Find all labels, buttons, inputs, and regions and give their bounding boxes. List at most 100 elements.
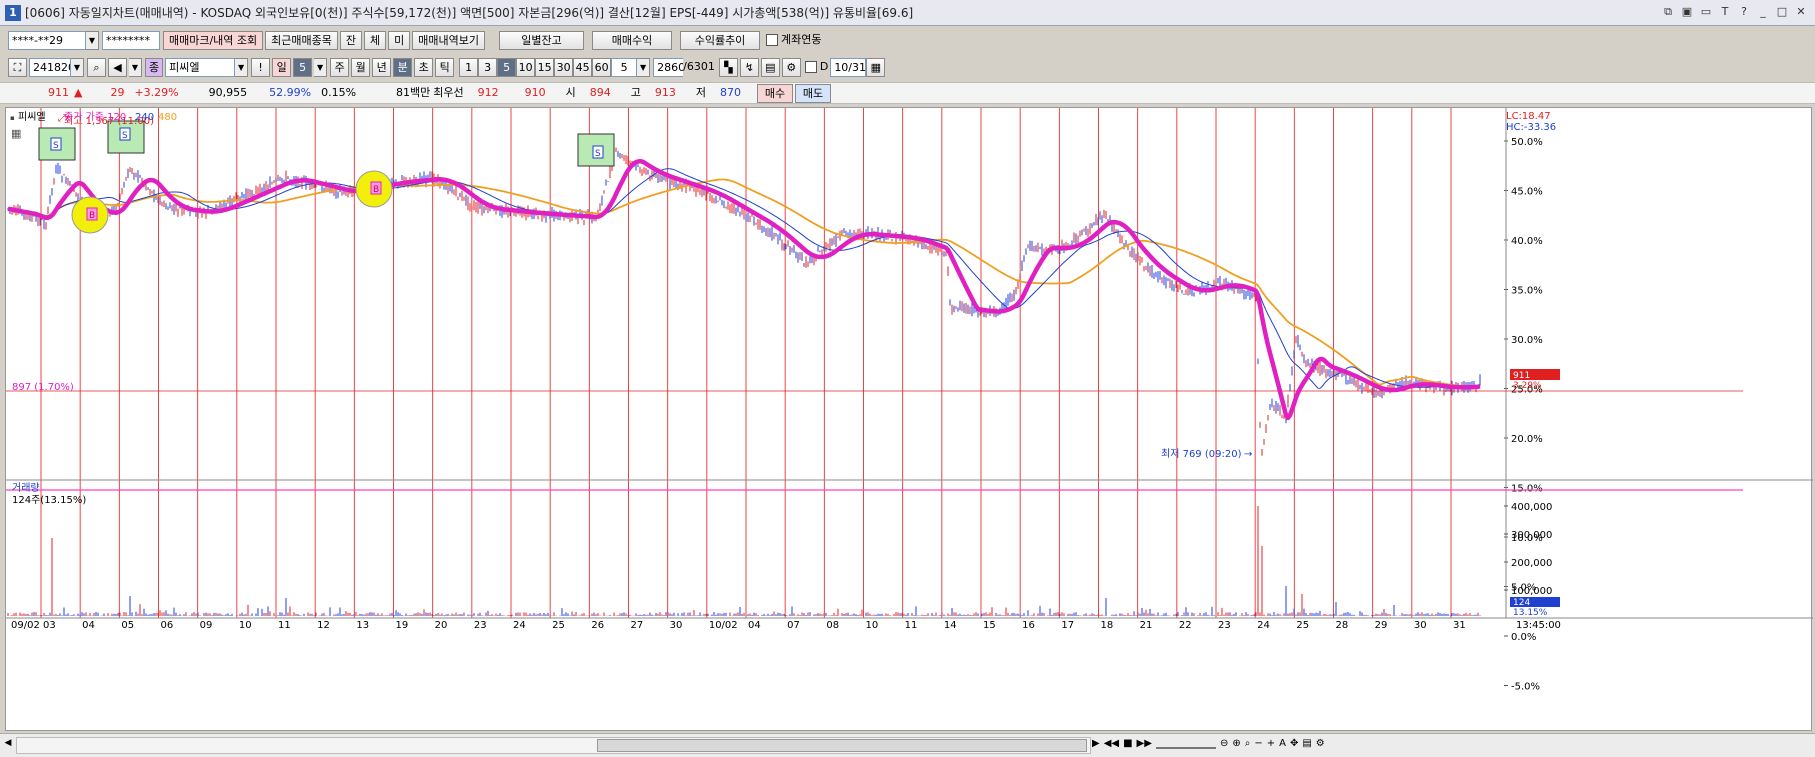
grid-toggle-icon[interactable]: ▦ [11, 127, 21, 140]
buy-mark-2[interactable]: B [355, 170, 393, 208]
trade-history-button[interactable]: 매매내역보기 [412, 30, 486, 50]
period-day-button[interactable]: 일 [272, 57, 292, 77]
scroll-right-icon[interactable]: ▶ [1092, 738, 1100, 749]
date-axis-tick: 18 [1101, 620, 1114, 631]
sell-mark-1[interactable]: S [38, 127, 76, 161]
calendar-icon[interactable]: ▦ [866, 57, 886, 77]
name-dropdown-icon[interactable]: ▼ [235, 57, 249, 77]
chart-tools-icon[interactable]: ▚ [718, 57, 738, 77]
interval-button-15[interactable]: 15 [535, 57, 555, 77]
profit-rate-button[interactable]: 수익률추이 [680, 30, 761, 50]
interval-button-5[interactable]: 5 [497, 57, 517, 77]
chart-area[interactable]: 50.0% 45.0% 40.0% 35.0% 30.0% 25.0% 20.0% 15.0%… [5, 107, 1813, 742]
period-second-button[interactable]: 초 [414, 57, 434, 77]
price-axis-tick: 45.0% [1511, 187, 1543, 198]
zoom-in-icon[interactable]: ⊕ [1232, 738, 1240, 749]
layout-icon[interactable]: ⛶ [8, 57, 27, 77]
recent-trades-button[interactable]: 최근매매종목 [265, 30, 338, 50]
interval-dropdown-icon[interactable]: ▼ [637, 57, 651, 77]
buy-button[interactable]: 매수 [757, 83, 794, 103]
screen-icon[interactable]: ▭ [1698, 4, 1714, 20]
date-axis-tick: 04 [82, 620, 95, 631]
save-icon[interactable]: ▤ [760, 57, 780, 77]
trade-profit-button[interactable]: 매매수익 [592, 30, 673, 50]
account-dropdown-icon[interactable]: ▼ [86, 30, 99, 50]
sell-mark-3[interactable]: S [577, 133, 615, 167]
indicator-icon[interactable]: ↯ [739, 57, 759, 77]
search-icon[interactable]: ⌕ [87, 57, 106, 77]
sound-icon[interactable]: ◀ [108, 57, 127, 77]
legend-ma120: 종가 가중 120 [64, 111, 126, 123]
scroll-left-icon[interactable]: ◀ [0, 738, 16, 753]
daily-balance-button[interactable]: 일별잔고 [499, 30, 585, 50]
link-icon[interactable]: ⧉ [1660, 4, 1676, 20]
title-bar: 1 [0606] 자동일지차트(매매내역) - KOSDAQ 외국인보유[0(천… [0, 0, 1815, 26]
gear-icon[interactable]: ⚙ [781, 57, 801, 77]
interval-button-10[interactable]: 10 [516, 57, 536, 77]
period-tick-button[interactable]: 틱 [435, 57, 455, 77]
close-icon[interactable]: ✕ [1793, 4, 1809, 20]
minus-icon[interactable]: − [1254, 738, 1262, 749]
price-volume-chart[interactable]: 50.0%45.0%40.0%35.0%30.0%25.0%20.0%15.0%… [6, 108, 1813, 742]
trade-mark-query-button[interactable]: 매매마크/내역 조회 [163, 30, 264, 50]
buy-mark-1[interactable]: B [71, 196, 109, 234]
volume-panel-subtitle: 124주(13.15%) [12, 495, 86, 506]
custom-interval-field[interactable]: 5 [611, 57, 638, 77]
unexecuted-button[interactable]: 미 [388, 30, 411, 50]
date-axis-tick: 04 [748, 620, 761, 631]
sound-dropdown-icon[interactable]: ▼ [129, 57, 142, 77]
period-dropdown-icon[interactable]: ▼ [314, 57, 328, 77]
balance-button[interactable]: 잔 [339, 30, 363, 50]
help-icon[interactable]: ? [1736, 4, 1752, 20]
sell-button[interactable]: 매도 [795, 83, 832, 103]
forward-icon[interactable]: ▶▶ [1137, 738, 1152, 749]
bar-count-field[interactable]: 2860 [653, 57, 684, 77]
low-price: 870 [720, 86, 742, 99]
interval-button-60[interactable]: 60 [592, 57, 612, 77]
chart-legend: ▪ 피씨엘 종가 가중 120 240 480 [10, 110, 177, 123]
period-count-field[interactable]: 5 [293, 57, 313, 77]
zoom-out-icon[interactable]: ⊖ [1220, 738, 1228, 749]
ma120-line [7, 158, 1481, 421]
zoom-slider[interactable] [1155, 738, 1216, 749]
interval-button-45[interactable]: 45 [573, 57, 593, 77]
date-checkbox[interactable] [804, 61, 817, 73]
plus-icon[interactable]: + [1267, 738, 1275, 749]
password-field[interactable]: ******** [102, 30, 160, 50]
stock-code-field[interactable]: 241820 [29, 57, 71, 77]
interval-button-3[interactable]: 3 [478, 57, 498, 77]
crosshair-icon[interactable]: ✥ [1290, 738, 1298, 749]
executed-button[interactable]: 체 [364, 30, 387, 50]
interval-button-30[interactable]: 30 [554, 57, 574, 77]
horizontal-scrollbar[interactable] [16, 737, 1091, 754]
code-dropdown-icon[interactable]: ▼ [71, 57, 84, 77]
search-icon[interactable]: ⌕ [1245, 738, 1251, 749]
ma240-line [7, 168, 1481, 389]
period-year-button[interactable]: 년 [372, 57, 392, 77]
rewind-icon[interactable]: ◀◀ [1104, 738, 1119, 749]
maximize-icon[interactable]: □ [1774, 4, 1790, 20]
account-toolbar: ****-**29 ▼ ******** 매매마크/내역 조회 최근매매종목 잔… [0, 29, 1815, 51]
text-size-icon[interactable]: T [1717, 4, 1733, 20]
chart-nav-controls: ▶ ◀◀ ■ ▶▶ ⊖ ⊕ ⌕ − + A ✥ ▤ ⚙ [1092, 738, 1325, 749]
date-field[interactable]: 10/31 [830, 57, 867, 77]
svg-text:124: 124 [1513, 598, 1530, 608]
account-link-checkbox[interactable] [766, 34, 779, 46]
stop-icon[interactable]: ■ [1123, 738, 1132, 749]
period-week-button[interactable]: 주 [330, 57, 350, 77]
warning-button[interactable]: ! [251, 57, 271, 77]
date-axis-tick: 17 [1061, 620, 1074, 631]
date-axis-tick: 30 [1414, 620, 1427, 631]
period-month-button[interactable]: 월 [351, 57, 371, 77]
account-field[interactable]: ****-**29 [8, 30, 86, 50]
interval-button-1[interactable]: 1 [459, 57, 479, 77]
font-icon[interactable]: A [1279, 738, 1286, 749]
scrollbar-thumb[interactable] [597, 739, 1087, 752]
restore-view-icon[interactable]: ▣ [1679, 4, 1695, 20]
hc-label: HC:-33.36 [1506, 122, 1556, 133]
settings-icon[interactable]: ⚙ [1316, 738, 1325, 749]
chart-type-icon[interactable]: ▤ [1302, 738, 1311, 749]
minimize-icon[interactable]: _ [1755, 4, 1771, 20]
period-minute-button[interactable]: 분 [393, 57, 413, 77]
stock-name-field[interactable]: 피씨엘 [165, 57, 236, 77]
